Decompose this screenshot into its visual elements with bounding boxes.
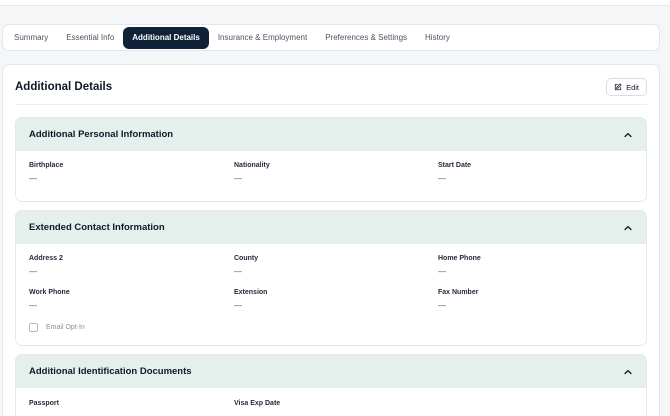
email-opt-in-row: Email Opt-In (29, 323, 85, 332)
field-label: County (234, 255, 259, 262)
card-divider (15, 104, 647, 105)
tab-essential-info[interactable]: Essential Info (57, 27, 123, 49)
field-work-phone: Work Phone — (29, 289, 70, 310)
section-title: Additional Identification Documents (29, 366, 192, 377)
field-fax-number: Fax Number — (438, 289, 478, 310)
field-birthplace: Birthplace — (29, 162, 63, 183)
top-bar (0, 0, 670, 6)
field-start-date: Start Date — (438, 162, 471, 183)
edit-label: Edit (626, 82, 639, 92)
field-visa-exp-date: Visa Exp Date (234, 400, 280, 407)
section-identification-docs: Additional Identification Documents Pass… (15, 354, 647, 416)
field-extension: Extension — (234, 289, 267, 310)
section-identification-docs-header[interactable]: Additional Identification Documents (16, 355, 646, 388)
chevron-up-icon[interactable] (623, 367, 633, 377)
tab-bar: Summary Essential Info Additional Detail… (2, 24, 660, 51)
edit-button[interactable]: Edit (606, 78, 647, 96)
chevron-up-icon[interactable] (623, 130, 633, 140)
field-label: Birthplace (29, 162, 64, 169)
tab-preferences-settings[interactable]: Preferences & Settings (316, 27, 416, 49)
field-value: — (234, 174, 242, 183)
additional-details-card: Additional Details Edit Additional Perso… (2, 64, 660, 416)
email-opt-in-label: Email Opt-In (46, 324, 85, 331)
field-label: Home Phone (438, 255, 481, 262)
section-title: Additional Personal Information (29, 129, 174, 140)
section-extended-contact-header[interactable]: Extended Contact Information (16, 211, 646, 244)
field-value: — (29, 174, 37, 183)
section-extended-contact: Extended Contact Information Address 2 —… (15, 210, 647, 346)
tab-insurance-employment[interactable]: Insurance & Employment (209, 27, 316, 49)
field-value: — (234, 267, 242, 276)
tab-history[interactable]: History (416, 27, 459, 49)
field-value: — (234, 301, 242, 310)
field-label: Visa Exp Date (234, 400, 281, 407)
email-opt-in-checkbox[interactable] (29, 323, 38, 332)
field-county: County — (234, 255, 258, 276)
field-value: — (438, 301, 446, 310)
section-personal-info: Additional Personal Information Birthpla… (15, 117, 647, 202)
chevron-up-icon[interactable] (623, 223, 633, 233)
field-label: Passport (29, 400, 59, 407)
field-home-phone: Home Phone — (438, 255, 481, 276)
field-value: — (438, 174, 446, 183)
field-label: Start Date (438, 162, 472, 169)
field-nationality: Nationality — (234, 162, 270, 183)
field-label: Extension (234, 289, 268, 296)
section-personal-info-header[interactable]: Additional Personal Information (16, 118, 646, 151)
field-value: — (29, 301, 37, 310)
field-value: — (29, 267, 37, 276)
field-value: — (438, 267, 446, 276)
tab-summary[interactable]: Summary (5, 27, 57, 49)
edit-icon (614, 83, 622, 91)
tab-additional-details[interactable]: Additional Details (123, 26, 209, 49)
card-title: Additional Details (15, 81, 113, 93)
section-title: Extended Contact Information (29, 222, 165, 233)
field-label: Fax Number (438, 289, 479, 296)
field-passport: Passport (29, 400, 59, 407)
field-address-2: Address 2 — (29, 255, 63, 276)
field-label: Nationality (234, 162, 270, 169)
field-label: Address 2 (29, 255, 63, 262)
field-label: Work Phone (29, 289, 70, 296)
